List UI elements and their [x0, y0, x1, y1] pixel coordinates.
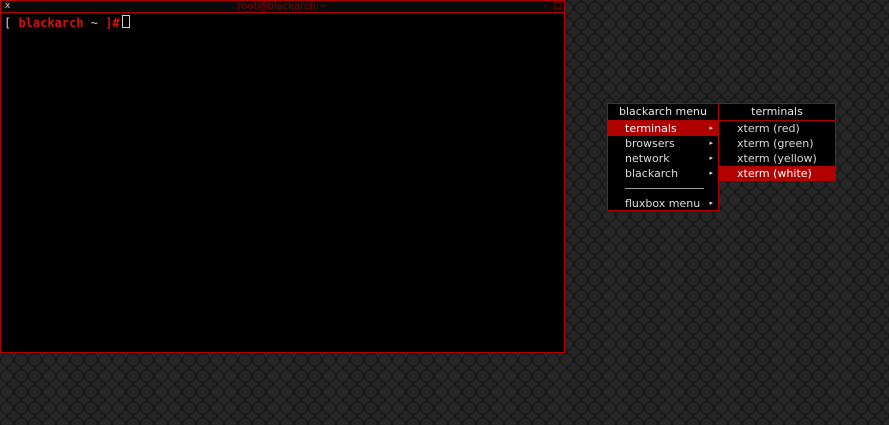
maximize-icon[interactable]: □ — [552, 1, 563, 12]
submenu-arrow-icon: ▸ — [709, 199, 713, 207]
menu-item-label: xterm (red) — [737, 122, 800, 135]
terminal-prompt[interactable]: [ blackarch ~ ]# — [4, 15, 130, 30]
prompt-symbol: # — [112, 16, 120, 30]
submenu-item-xterm-green[interactable]: xterm (green) — [719, 136, 835, 151]
menu-item-label: browsers — [625, 137, 675, 150]
submenu-item-xterm-red[interactable]: xterm (red) — [719, 121, 835, 136]
prompt-bracket-open: [ — [4, 16, 19, 30]
submenu-arrow-icon: ▸ — [709, 169, 713, 177]
menu-item-label: xterm (yellow) — [737, 152, 817, 165]
menu-item-label: terminals — [625, 122, 677, 135]
text-cursor — [121, 15, 130, 28]
prompt-hostname: blackarch — [18, 16, 84, 30]
menu-separator — [608, 181, 718, 196]
menu-item-terminals[interactable]: terminals ▸ — [608, 121, 718, 136]
menu-item-network[interactable]: network ▸ — [608, 151, 718, 166]
submenu-item-xterm-yellow[interactable]: xterm (yellow) — [719, 151, 835, 166]
menu-item-label: network — [625, 152, 670, 165]
close-icon[interactable]: x — [2, 1, 13, 12]
submenu-arrow-icon: ▸ — [709, 139, 713, 147]
terminal-titlebar[interactable]: x root@blackarch:~ - □ — [1, 1, 564, 13]
submenu-item-xterm-white[interactable]: xterm (white) — [719, 166, 835, 181]
submenu-arrow-icon: ▸ — [709, 124, 713, 132]
terminal-window[interactable]: x root@blackarch:~ - □ [ blackarch ~ ]# — [0, 0, 565, 353]
menu-item-label: xterm (white) — [737, 167, 812, 180]
menu-item-label: xterm (green) — [737, 137, 814, 150]
submenu-arrow-icon: ▸ — [709, 154, 713, 162]
blackarch-menu: blackarch menu terminals ▸ browsers ▸ ne… — [607, 103, 719, 211]
minimize-icon[interactable]: - — [540, 1, 551, 12]
menu-item-label: blackarch — [625, 167, 679, 180]
menu-item-browsers[interactable]: browsers ▸ — [608, 136, 718, 151]
menu-item-blackarch[interactable]: blackarch ▸ — [608, 166, 718, 181]
terminals-submenu: terminals xterm (red) xterm (green) xter… — [718, 103, 836, 181]
prompt-path: ~ — [83, 16, 106, 30]
window-title: root@blackarch:~ — [237, 1, 328, 12]
menu-item-fluxbox-menu[interactable]: fluxbox menu ▸ — [608, 196, 718, 211]
submenu-title: terminals — [719, 104, 835, 121]
menu-item-label: fluxbox menu — [625, 197, 701, 210]
menu-title: blackarch menu — [608, 104, 718, 121]
